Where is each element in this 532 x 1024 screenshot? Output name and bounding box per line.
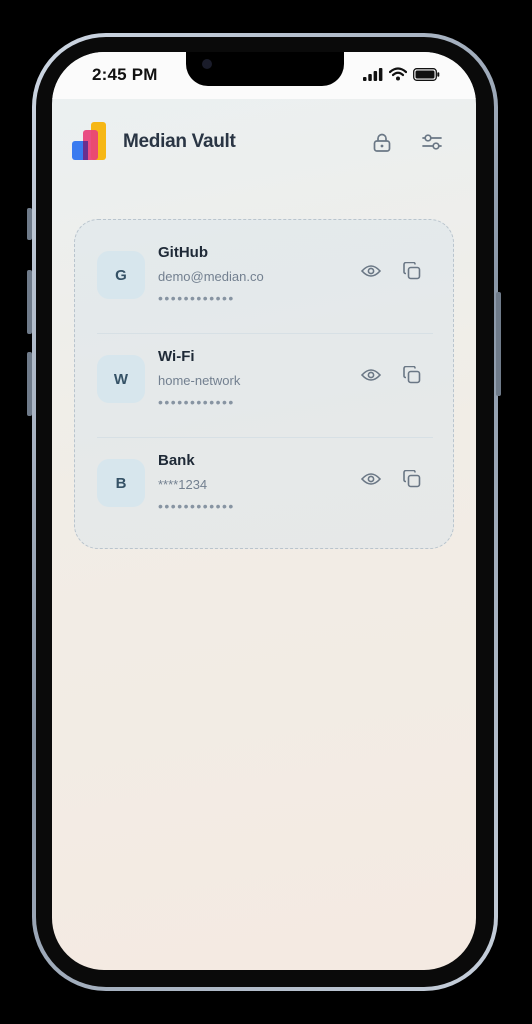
status-icons: [363, 67, 440, 81]
eye-icon: [361, 369, 381, 381]
entry-name: Wi-Fi: [158, 348, 195, 365]
reveal-password-button[interactable]: [358, 258, 384, 284]
eye-icon: [361, 265, 381, 277]
phone-volume-down-button: [27, 352, 32, 416]
app-title: Median Vault: [123, 131, 236, 152]
entry-avatar: W: [97, 355, 145, 403]
vault-entry-github[interactable]: G GitHub demo@median.co ••••••••••••: [97, 230, 433, 334]
copy-icon: [403, 470, 421, 488]
notch: [186, 52, 344, 86]
cellular-signal-icon: [363, 67, 383, 81]
entry-name: GitHub: [158, 244, 208, 261]
status-bar: 2:45 PM: [52, 52, 476, 99]
entry-password-masked: ••••••••••••: [158, 394, 235, 410]
front-camera: [202, 59, 212, 69]
entry-username: demo@median.co: [158, 269, 264, 284]
status-time: 2:45 PM: [92, 65, 158, 84]
copy-icon: [403, 262, 421, 280]
vault-entry-bank[interactable]: B Bank ****1234 ••••••••••••: [97, 438, 433, 542]
entry-password-masked: ••••••••••••: [158, 290, 235, 306]
eye-icon: [361, 473, 381, 485]
vault-entry-wifi[interactable]: W Wi-Fi home-network ••••••••••••: [97, 334, 433, 438]
copy-password-button[interactable]: [399, 258, 425, 284]
phone-volume-up-button: [27, 270, 32, 334]
phone-power-button: [496, 292, 501, 396]
copy-icon: [403, 366, 421, 384]
battery-icon: [413, 67, 440, 81]
reveal-password-button[interactable]: [358, 362, 384, 388]
entry-password-masked: ••••••••••••: [158, 498, 235, 514]
entry-avatar: G: [97, 251, 145, 299]
phone-screen: 2:45 PM Median Vault G GitHub demo@media…: [52, 52, 476, 970]
wifi-icon: [389, 67, 407, 81]
lock-button[interactable]: [368, 128, 396, 156]
lock-icon: [373, 133, 391, 152]
phone-silent-switch: [27, 208, 32, 240]
entry-name: Bank: [158, 452, 195, 469]
app-header: Median Vault: [72, 118, 456, 166]
median-logo-icon: [72, 122, 106, 160]
settings-button[interactable]: [418, 128, 446, 156]
settings-sliders-icon: [422, 134, 442, 150]
entry-account-number: ****1234: [158, 477, 208, 492]
entry-username: home-network: [158, 373, 241, 388]
copy-password-button[interactable]: [399, 466, 425, 492]
vault-entry-list: G GitHub demo@median.co •••••••••••• W W…: [74, 219, 454, 549]
entry-avatar: B: [97, 459, 145, 507]
reveal-password-button[interactable]: [358, 466, 384, 492]
copy-password-button[interactable]: [399, 362, 425, 388]
